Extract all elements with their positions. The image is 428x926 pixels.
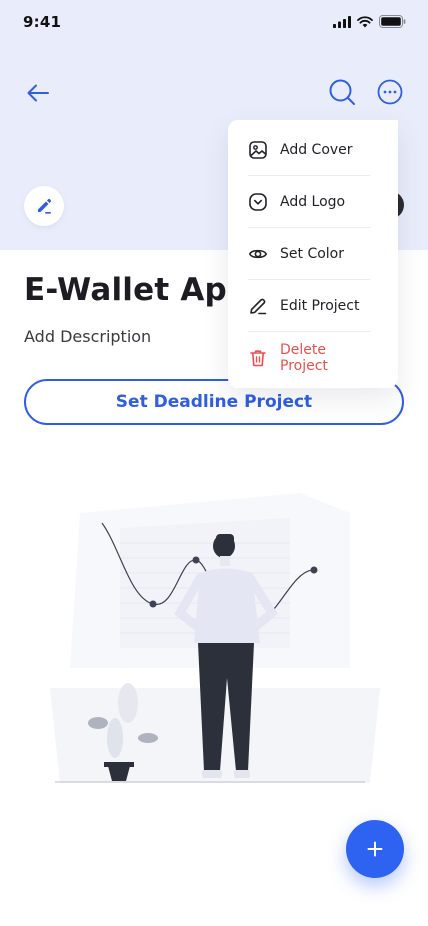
- chevron-circle-icon: [248, 192, 268, 212]
- menu-item-label: Add Logo: [280, 193, 346, 210]
- menu-item-label: Edit Project: [280, 297, 360, 314]
- menu-item-edit-project[interactable]: Edit Project: [248, 280, 370, 332]
- menu-item-set-color[interactable]: Set Color: [248, 228, 370, 280]
- image-icon: [248, 140, 268, 160]
- eye-icon: [248, 244, 268, 264]
- pencil-icon: [248, 296, 268, 316]
- signal-icon: [333, 15, 351, 28]
- more-options-button[interactable]: [374, 76, 406, 108]
- project-title: E-Wallet App: [24, 272, 250, 308]
- menu-item-label: Delete Project: [280, 342, 328, 374]
- menu-item-add-logo[interactable]: Add Logo: [248, 176, 370, 228]
- more-horizontal-icon: [377, 79, 403, 105]
- menu-item-delete-project[interactable]: Delete Project: [248, 332, 370, 384]
- back-button[interactable]: [22, 78, 54, 108]
- add-description-link[interactable]: Add Description: [24, 327, 151, 346]
- menu-item-add-cover[interactable]: Add Cover: [248, 124, 370, 176]
- status-time: 9:41: [23, 13, 62, 31]
- menu-item-label: Set Color: [280, 245, 344, 262]
- pen-edit-icon: [38, 198, 52, 214]
- wifi-icon: [357, 15, 373, 27]
- project-options-menu: Add Cover Add Logo Set Color Edit Projec…: [228, 120, 398, 388]
- edit-logo-button[interactable]: [24, 186, 64, 226]
- status-bar: 9:41: [0, 0, 428, 44]
- arrow-left-icon: [27, 84, 49, 102]
- search-button[interactable]: [326, 76, 358, 108]
- empty-state-illustration: [50, 493, 380, 783]
- menu-item-label: Add Cover: [280, 141, 353, 158]
- status-icons: [333, 15, 406, 28]
- search-icon: [329, 79, 355, 105]
- trash-icon: [248, 348, 268, 368]
- add-fab-button[interactable]: [346, 820, 404, 878]
- battery-icon: [379, 15, 406, 28]
- plus-icon: [367, 841, 383, 857]
